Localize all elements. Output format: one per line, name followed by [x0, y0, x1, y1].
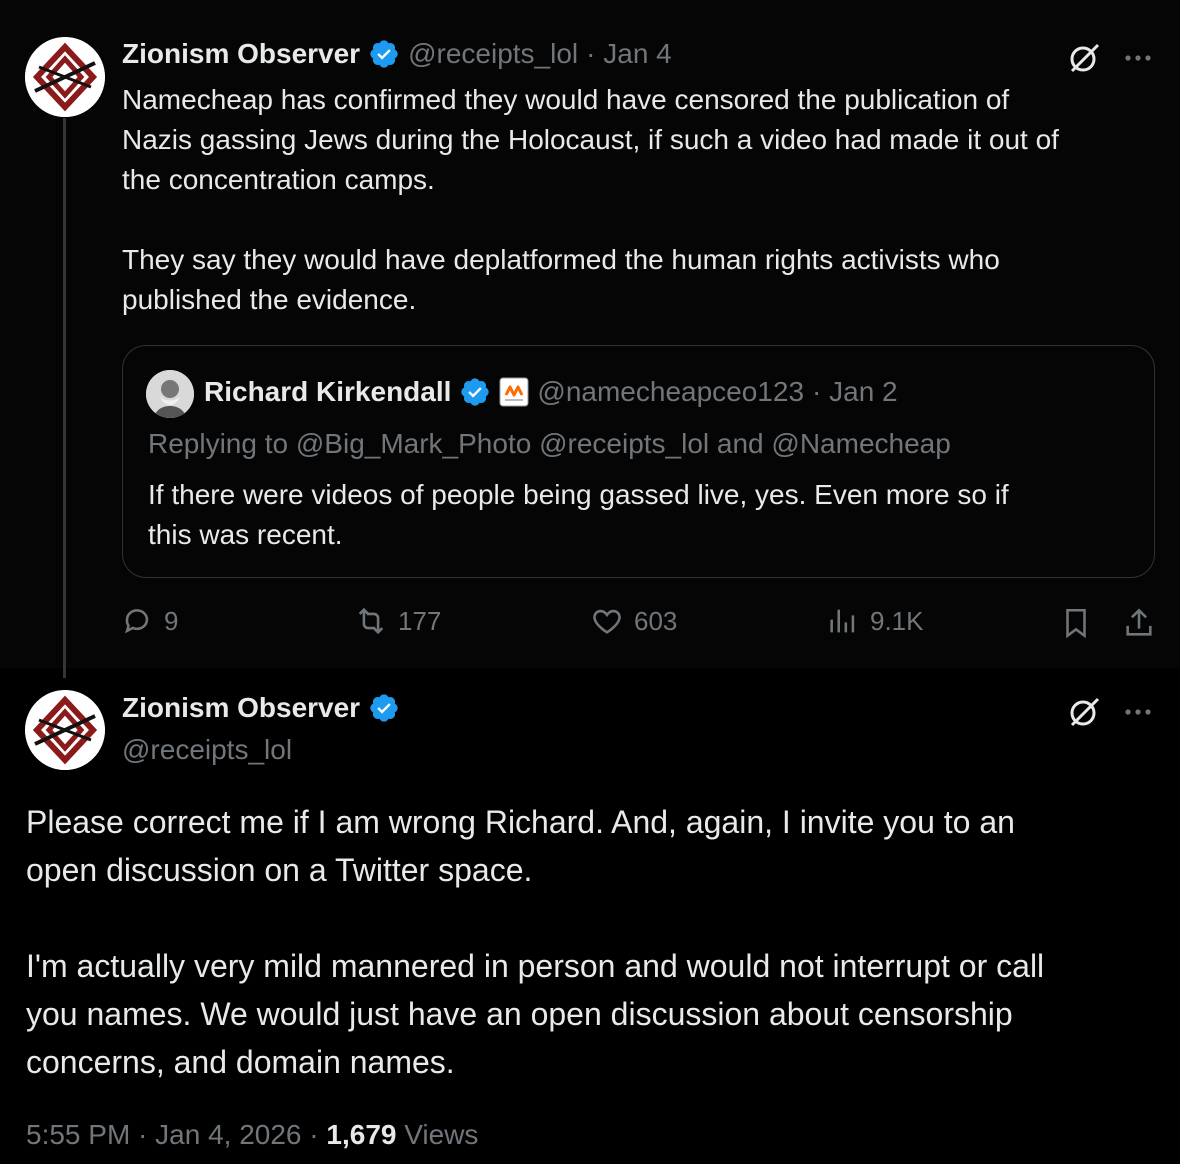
reply-button[interactable]: 9	[120, 604, 178, 638]
grok-icon[interactable]	[1066, 694, 1102, 730]
like-button[interactable]: 603	[590, 604, 677, 638]
share-icon[interactable]	[1122, 606, 1156, 640]
replying-to: Replying to @Big_Mark_Photo @receipts_lo…	[148, 428, 951, 460]
handle[interactable]: @receipts_lol	[408, 38, 578, 70]
handle[interactable]: @receipts_lol	[122, 734, 292, 766]
views-icon	[830, 609, 855, 633]
tweet-timestamp[interactable]: 5:55 PM · Jan 4, 2026 ·	[26, 1119, 319, 1150]
quoted-header: Richard Kirkendall @namecheapceo123 · Ja…	[204, 376, 898, 408]
replying-prefix: Replying to	[148, 428, 289, 459]
namecheap-logo-icon	[499, 377, 529, 407]
views-count: 9.1K	[870, 605, 924, 636]
reply-count: 9	[164, 605, 179, 636]
tweet-date[interactable]: · Jan 4	[586, 38, 672, 70]
avatar[interactable]	[25, 690, 105, 770]
grok-icon[interactable]	[1066, 40, 1102, 76]
tweet-timestamp-row: 5:55 PM · Jan 4, 2026 · 1,679 Views	[26, 1119, 478, 1151]
repost-icon	[358, 607, 384, 635]
verified-badge-icon[interactable]	[368, 38, 400, 70]
views-button[interactable]: 9.1K	[826, 604, 924, 638]
display-name[interactable]: Zionism Observer	[122, 38, 360, 70]
tweet-text: Namecheap has confirmed they would have …	[122, 84, 1059, 315]
tweet-header: Zionism Observer @receipts_lol · Jan 4	[122, 38, 672, 70]
action-bar: 9 177 603 9.1K	[120, 604, 1160, 648]
thread-line	[63, 118, 66, 678]
avatar[interactable]	[25, 37, 105, 117]
tweet-text: Please correct me if I am wrong Richard.…	[26, 804, 1045, 1080]
quoted-text: If there were videos of people being gas…	[148, 479, 1009, 550]
more-icon[interactable]	[1122, 696, 1154, 728]
reply-icon	[125, 609, 149, 634]
verified-badge-icon[interactable]	[368, 692, 400, 724]
more-icon[interactable]	[1122, 42, 1154, 74]
parent-tweet[interactable]: Zionism Observer @receipts_lol · Jan 4 N…	[0, 0, 1180, 678]
like-count: 603	[634, 605, 678, 636]
tweet-header: Zionism Observer	[122, 692, 400, 724]
quoted-display-name[interactable]: Richard Kirkendall	[204, 376, 451, 408]
bookmark-icon[interactable]	[1059, 606, 1093, 640]
replying-users[interactable]: @Big_Mark_Photo @receipts_lol and @Namec…	[296, 428, 951, 459]
like-icon	[593, 609, 621, 634]
quoted-avatar[interactable]	[146, 370, 194, 418]
views-count: 1,679	[326, 1119, 397, 1150]
display-name[interactable]: Zionism Observer	[122, 692, 360, 724]
quoted-date[interactable]: · Jan 2	[812, 376, 898, 408]
quoted-handle[interactable]: @namecheapceo123	[537, 376, 804, 408]
views-label: Views	[404, 1119, 479, 1150]
verified-badge-icon	[461, 378, 490, 406]
repost-count: 177	[398, 605, 442, 636]
repost-button[interactable]: 177	[354, 604, 441, 638]
